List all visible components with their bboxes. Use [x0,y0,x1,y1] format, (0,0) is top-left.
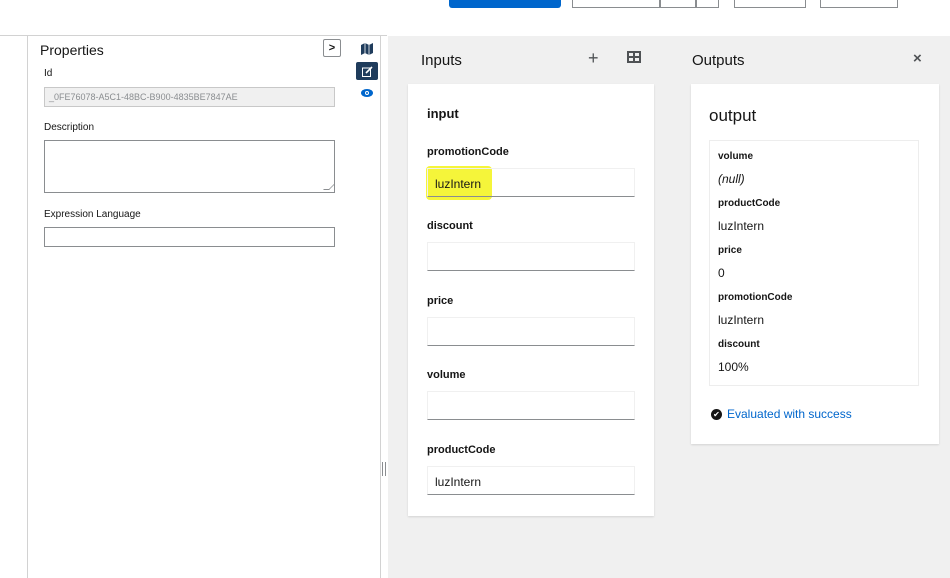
id-field: _0FE76078-A5C1-48BC-B900-4835BE7847AE [44,87,335,107]
resize-grip-icon[interactable] [323,184,335,190]
evaluation-status: ✔ Evaluated with success [711,407,852,421]
expression-language-label: Expression Language [44,209,141,220]
left-gutter [0,35,28,578]
outputs-title: Outputs [692,52,745,69]
output-key: volume [718,151,754,162]
outputs-card: output volume (null) productCode luzInte… [691,84,939,444]
properties-title: Properties [40,42,104,58]
productcode-value: luzIntern [435,475,482,489]
top-button-group-1[interactable] [572,0,660,8]
table-view-icon[interactable] [627,51,641,63]
output-value: 0 [718,266,725,280]
inputs-title: Inputs [421,52,462,69]
icon-rail [355,36,381,578]
discount-label: discount [427,220,473,232]
price-input[interactable] [427,317,635,346]
output-value: (null) [718,172,745,186]
top-primary-button[interactable] [449,0,561,8]
expression-language-field[interactable] [44,227,335,247]
evaluation-status-text: Evaluated with success [727,407,852,421]
properties-panel: Properties > Id _0FE76078-A5C1-48BC-B900… [28,36,348,578]
output-value: luzIntern [718,219,765,233]
output-key: price [718,245,742,256]
output-values-box: volume (null) productCode luzIntern pric… [709,140,919,386]
close-icon[interactable]: × [913,50,922,67]
test-scenario-area: Inputs + Outputs × input promotionCode l… [388,36,950,578]
output-card-title: output [709,106,757,125]
description-textarea[interactable] [44,140,335,193]
resize-handle[interactable] [382,462,386,476]
inputs-card: input promotionCode luzIntern discount p… [408,84,654,516]
volume-label: volume [427,369,466,381]
top-button-group-2[interactable] [660,0,696,8]
output-value: 100% [718,360,749,374]
id-label: Id [44,68,53,79]
output-value: luzIntern [718,313,765,327]
output-key: productCode [718,198,781,209]
top-button-5[interactable] [820,0,898,8]
price-label: price [427,295,454,307]
input-card-title: input [427,106,459,121]
output-key: discount [718,339,760,350]
productcode-label: productCode [427,444,496,456]
discount-input[interactable] [427,242,635,271]
add-input-button[interactable]: + [588,48,599,69]
edit-icon[interactable] [356,62,378,80]
productcode-input[interactable]: luzIntern [427,466,635,495]
top-button-4[interactable] [734,0,806,8]
output-key: promotionCode [718,292,793,303]
check-circle-icon: ✔ [711,408,722,420]
volume-input[interactable] [427,391,635,420]
eye-icon[interactable] [356,84,378,102]
promotioncode-label: promotionCode [427,146,509,158]
promotioncode-input[interactable]: luzIntern [427,168,635,197]
description-label: Description [44,122,95,133]
map-icon[interactable] [356,40,378,58]
top-button-group-3[interactable] [696,0,719,8]
collapse-panel-button[interactable]: > [323,39,341,57]
promotioncode-value: luzIntern [435,177,482,191]
